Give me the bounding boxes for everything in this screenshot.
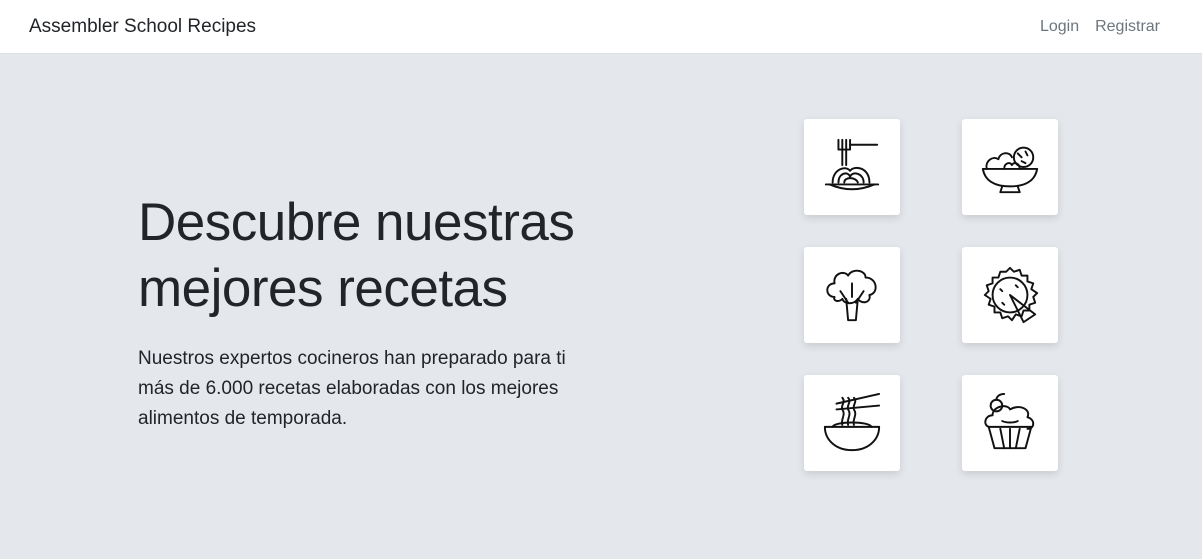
register-link[interactable]: Registrar — [1095, 18, 1160, 36]
category-card-pie[interactable] — [962, 247, 1058, 343]
category-card-broccoli[interactable] — [804, 247, 900, 343]
category-card-cupcake[interactable] — [962, 375, 1058, 471]
hero-text: Descubre nuestras mejores recetas Nuestr… — [138, 190, 598, 434]
hero-title-line2: mejores recetas — [138, 259, 508, 318]
hero-title: Descubre nuestras mejores recetas — [138, 190, 598, 322]
category-grid — [804, 119, 1058, 471]
cupcake-icon — [984, 392, 1035, 450]
nav-links: Login Registrar — [1040, 18, 1160, 36]
spaghetti-icon — [824, 138, 880, 191]
navbar: Assembler School Recipes Login Registrar — [0, 0, 1202, 54]
category-card-noodles[interactable] — [804, 375, 900, 471]
hero-title-line1: Descubre nuestras — [138, 193, 575, 252]
hero-subtitle: Nuestros expertos cocineros han preparad… — [138, 348, 566, 429]
category-card-spaghetti[interactable] — [804, 119, 900, 215]
broccoli-icon — [826, 269, 877, 322]
brand-link[interactable]: Assembler School Recipes — [29, 16, 256, 38]
category-card-salad[interactable] — [962, 119, 1058, 215]
hero-section: Descubre nuestras mejores recetas Nuestr… — [0, 54, 1202, 559]
salad-bowl-icon — [981, 146, 1039, 194]
login-link[interactable]: Login — [1040, 18, 1079, 36]
noodle-bowl-icon — [823, 392, 881, 452]
pie-icon — [983, 266, 1039, 324]
